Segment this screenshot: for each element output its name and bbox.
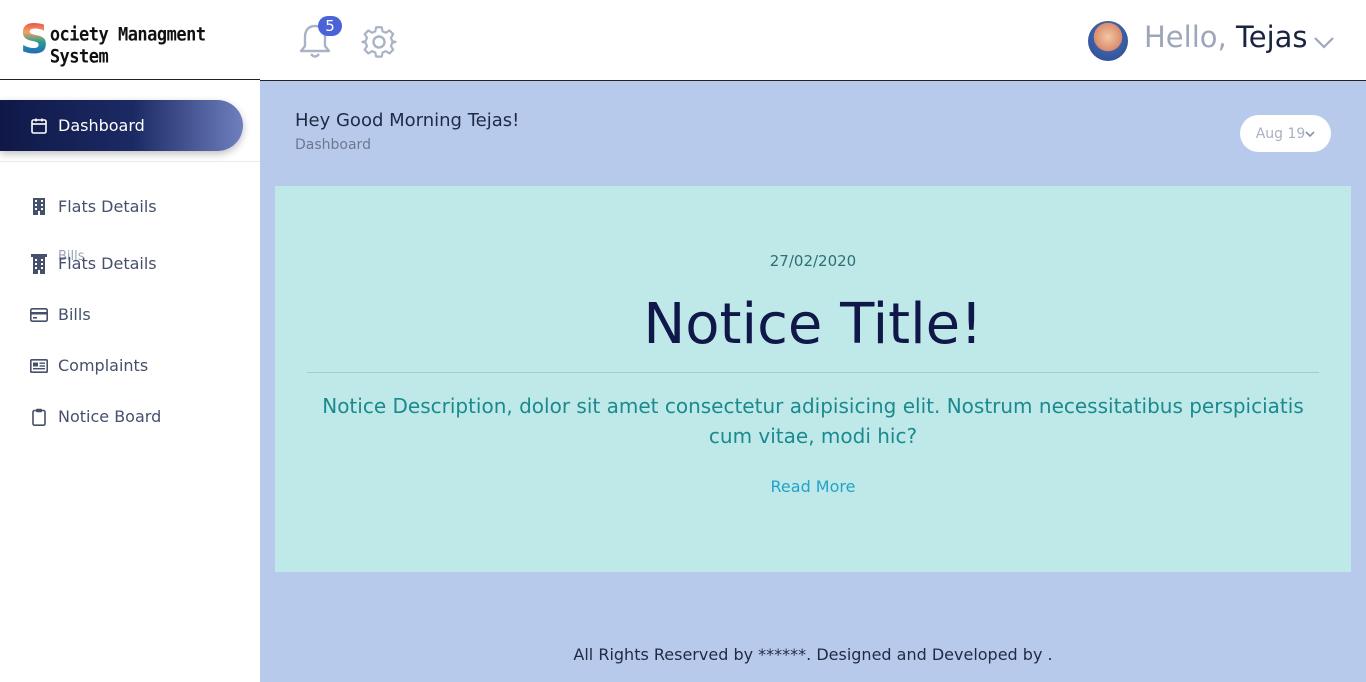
notice-date: 27/02/2020	[769, 252, 857, 270]
sidebar: S ociety Managment System Dashboard Flat…	[0, 0, 260, 682]
page-footer: All Rights Reserved by ******. Designed …	[573, 645, 1053, 664]
top-header: 5 Hello, Tejas	[260, 0, 1366, 81]
sidebar-item-label: Flats Details	[58, 197, 157, 216]
building-icon	[30, 198, 48, 216]
sidebar-item-label: Flats Details	[58, 254, 157, 273]
read-more-link[interactable]: Read More	[275, 477, 1351, 496]
sidebar-item-bills[interactable]: Bills	[30, 305, 91, 324]
user-greeting[interactable]: Hello, Tejas	[1144, 20, 1308, 54]
sidebar-item-notice-board[interactable]: Notice Board	[30, 407, 161, 426]
sidebar-divider	[0, 161, 260, 162]
user-avatar[interactable]	[1088, 21, 1128, 61]
sidebar-item-complaints[interactable]: Complaints	[30, 356, 148, 375]
sidebar-item-dashboard[interactable]: Dashboard	[0, 100, 243, 151]
chevron-down-icon[interactable]	[1312, 30, 1336, 54]
breadcrumb[interactable]: Dashboard	[295, 137, 371, 153]
gear-icon[interactable]	[361, 24, 397, 60]
building-icon	[30, 253, 48, 274]
date-selector-value: Aug 19	[1255, 125, 1306, 142]
sidebar-item-label: Bills	[58, 305, 91, 324]
clipboard-icon	[30, 408, 48, 426]
notice-description: Notice Description, dolor sit amet conse…	[322, 394, 1304, 448]
sidebar-item-flats-details-2[interactable]: Flats Details	[30, 253, 157, 274]
sidebar-item-label: Notice Board	[58, 407, 162, 426]
notice-card: 27/02/2020 Notice Title! Notice Descript…	[275, 186, 1351, 572]
newspaper-icon	[30, 357, 48, 375]
notice-title: Notice Title!	[643, 292, 983, 357]
chevron-down-icon	[1305, 126, 1315, 142]
notice-divider	[307, 372, 1319, 373]
sidebar-item-flats-details[interactable]: Flats Details	[30, 197, 157, 216]
credit-card-icon	[30, 306, 48, 324]
greeting-prefix: Hello,	[1144, 20, 1227, 54]
user-name: Tejas	[1235, 20, 1308, 54]
logo-text: ociety Managment System	[49, 23, 206, 68]
logo-initial: S	[20, 16, 49, 63]
sidebar-item-label: Dashboard	[58, 116, 145, 135]
notification-count-badge: 5	[318, 16, 342, 36]
app-logo[interactable]: S ociety Managment System	[0, 0, 260, 80]
date-selector[interactable]: Aug 19	[1240, 115, 1331, 152]
sidebar-item-label: Complaints	[58, 356, 149, 375]
calendar-icon	[30, 117, 48, 135]
page-greeting: Hey Good Morning Tejas!	[295, 110, 520, 131]
